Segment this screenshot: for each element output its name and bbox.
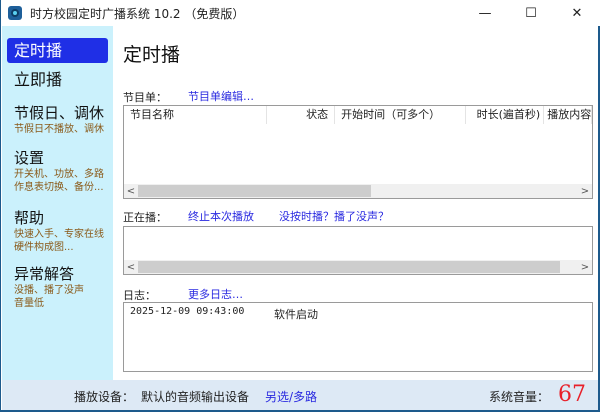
app-icon bbox=[8, 6, 22, 20]
scroll-left-icon[interactable]: < bbox=[124, 186, 138, 197]
column-header[interactable]: 节目名称 bbox=[124, 106, 268, 124]
more-logs-link[interactable]: 更多日志… bbox=[188, 286, 243, 302]
column-header[interactable]: 时长(遍首秒) bbox=[466, 106, 545, 124]
log-entry: 2025-12-09 09:43:00 软件启动 bbox=[124, 303, 592, 325]
title-bar: 时方校园定时广播系统 10.2 （免费版） — ☐ ✕ bbox=[1, 0, 600, 26]
sidebar-item-label: 立即播 bbox=[14, 70, 63, 89]
column-header[interactable]: 播放内容 bbox=[544, 106, 592, 124]
sidebar-item-holidays[interactable]: 节假日、调休 节假日不播放、调休 bbox=[7, 102, 108, 136]
horizontal-scrollbar[interactable]: < > bbox=[124, 184, 592, 198]
sidebar-item-desc: 没播、播了没声 bbox=[14, 285, 84, 296]
sidebar-item-desc: 开关机、功放、多路 bbox=[14, 169, 104, 180]
now-playing-list[interactable]: < > bbox=[123, 226, 593, 275]
sidebar-item-settings[interactable]: 设置 开关机、功放、多路 作息表切换、备份... bbox=[7, 147, 108, 194]
scroll-left-icon[interactable]: < bbox=[124, 262, 138, 273]
device-name: 默认的音频输出设备 bbox=[141, 390, 250, 404]
maximize-button[interactable]: ☐ bbox=[508, 0, 554, 26]
sidebar-item-desc: 作息表切换、备份... bbox=[14, 182, 104, 193]
sidebar-item-desc: 音量低 bbox=[14, 298, 44, 309]
scrollbar-thumb[interactable] bbox=[138, 185, 372, 197]
sidebar-item-label: 节假日、调休 bbox=[14, 104, 105, 122]
scroll-right-icon[interactable]: > bbox=[578, 262, 592, 273]
now-playing-label: 正在播： bbox=[123, 211, 167, 224]
sidebar-item-label: 帮助 bbox=[14, 209, 45, 227]
log-list[interactable]: 2025-12-09 09:43:00 软件启动 bbox=[123, 302, 593, 372]
page-title: 定时播 bbox=[123, 44, 181, 66]
log-time: 2025-12-09 09:43:00 bbox=[130, 306, 245, 317]
log-message: 软件启动 bbox=[274, 308, 318, 321]
scrollbar-thumb[interactable] bbox=[138, 261, 561, 273]
app-window: 时方校园定时广播系统 10.2 （免费版） — ☐ ✕ 定时播 立即播 节假日、… bbox=[0, 0, 600, 412]
sidebar-item-label: 异常解答 bbox=[14, 265, 75, 283]
sidebar: 定时播 立即播 节假日、调休 节假日不播放、调休 设置 开关机、功放、多路 作息… bbox=[2, 26, 113, 380]
sidebar-item-troubleshoot[interactable]: 异常解答 没播、播了没声 音量低 bbox=[7, 263, 108, 310]
minimize-button[interactable]: — bbox=[462, 0, 508, 26]
sidebar-item-scheduled[interactable]: 定时播 bbox=[7, 38, 108, 63]
horizontal-scrollbar[interactable]: < > bbox=[124, 260, 592, 274]
scroll-right-icon[interactable]: > bbox=[578, 186, 592, 197]
select-device-link[interactable]: 另选/多路 bbox=[265, 388, 317, 405]
main-panel: 定时播 节目单： 节目单编辑… 节目名称 状态 开始时间（可多个） 时长(遍首秒… bbox=[113, 26, 598, 380]
volume-label: 系统音量： bbox=[489, 390, 550, 404]
window-title: 时方校园定时广播系统 10.2 （免费版） bbox=[30, 6, 245, 21]
table-header: 节目名称 状态 开始时间（可多个） 时长(遍首秒) 播放内容 bbox=[124, 106, 592, 124]
column-header[interactable]: 开始时间（可多个） bbox=[335, 106, 466, 124]
sidebar-item-desc: 硬件构成图... bbox=[14, 242, 74, 253]
program-list-label: 节目单： bbox=[123, 91, 167, 104]
log-label: 日志： bbox=[123, 289, 156, 302]
sidebar-item-desc: 节假日不播放、调休 bbox=[14, 124, 104, 135]
edit-program-link[interactable]: 节目单编辑… bbox=[188, 88, 254, 104]
device-label: 播放设备： bbox=[74, 390, 135, 404]
program-table[interactable]: 节目名称 状态 开始时间（可多个） 时长(遍首秒) 播放内容 < > bbox=[123, 105, 593, 199]
column-header[interactable]: 状态 bbox=[267, 106, 336, 124]
troubleshoot-link[interactable]: 没按时播？播了没声？ bbox=[279, 208, 389, 224]
sidebar-item-label: 设置 bbox=[14, 149, 45, 167]
volume-value[interactable]: 67 bbox=[558, 382, 586, 407]
close-button[interactable]: ✕ bbox=[554, 0, 600, 26]
sidebar-item-instant[interactable]: 立即播 bbox=[7, 66, 108, 90]
sidebar-item-desc: 快速入手、专家在线 bbox=[14, 229, 104, 240]
sidebar-item-help[interactable]: 帮助 快速入手、专家在线 硬件构成图... bbox=[7, 207, 108, 254]
stop-playback-link[interactable]: 终止本次播放 bbox=[188, 208, 254, 224]
status-bar: 播放设备： 默认的音频输出设备 另选/多路 系统音量： 67 bbox=[2, 380, 598, 410]
